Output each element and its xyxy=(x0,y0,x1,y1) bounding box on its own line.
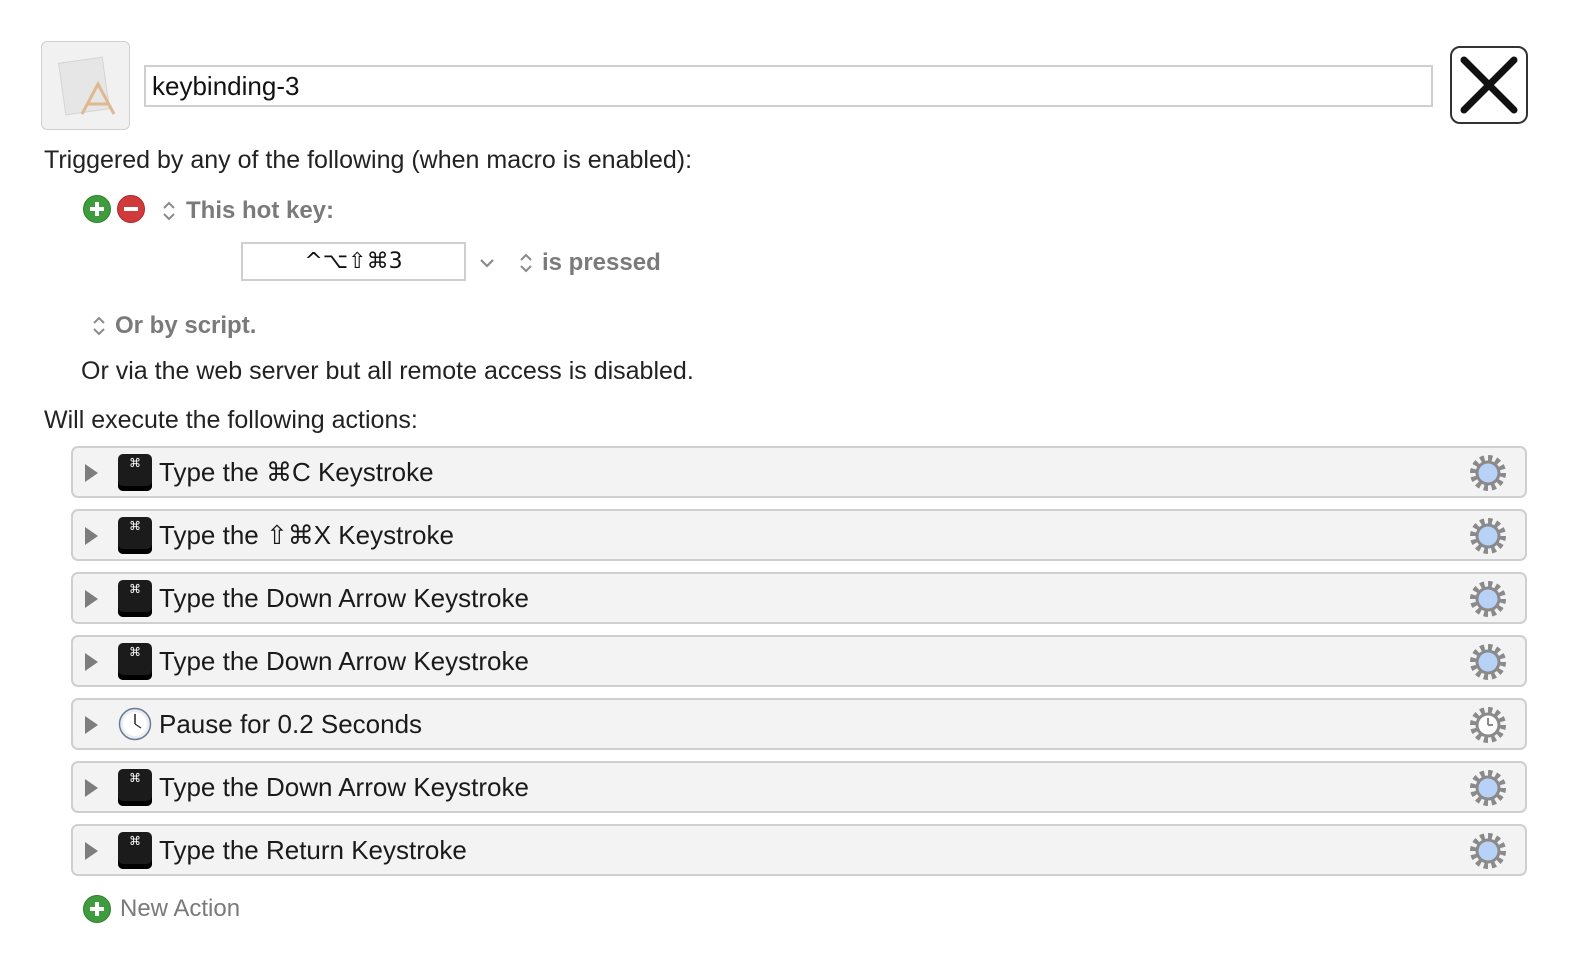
web-server-note: Or via the web server but all remote acc… xyxy=(81,357,694,385)
disclosure-triangle-icon[interactable] xyxy=(85,464,98,482)
stepper-arrows-icon xyxy=(93,316,105,336)
action-row[interactable]: Pause for 0.2 Seconds xyxy=(71,698,1527,750)
minus-icon xyxy=(124,207,138,211)
action-row[interactable]: ⌘ Type the Down Arrow Keystroke xyxy=(71,761,1527,813)
gear-icon[interactable] xyxy=(1469,454,1507,492)
disclosure-triangle-icon[interactable] xyxy=(85,590,98,608)
hotkey-field[interactable]: ^⌥⇧⌘3 xyxy=(241,242,466,281)
gear-icon[interactable] xyxy=(1469,769,1507,807)
new-action-label: New Action xyxy=(120,895,241,922)
action-label: Type the Down Arrow Keystroke xyxy=(159,646,529,676)
stepper-arrows-icon xyxy=(163,201,175,221)
clock-icon xyxy=(118,707,152,741)
keystroke-icon: ⌘ xyxy=(118,580,152,617)
plus-icon xyxy=(83,895,111,923)
triggers-heading: Triggered by any of the following (when … xyxy=(44,146,693,174)
disclosure-triangle-icon[interactable] xyxy=(85,653,98,671)
stepper-arrows-icon xyxy=(520,253,532,273)
action-label: Type the ⌘C Keystroke xyxy=(159,457,434,487)
action-row[interactable]: ⌘ Type the Down Arrow Keystroke xyxy=(71,572,1527,624)
chevron-down-icon[interactable] xyxy=(478,254,496,272)
press-mode-label: is pressed xyxy=(542,249,661,276)
gear-icon[interactable] xyxy=(1469,643,1507,681)
action-label: Type the Return Keystroke xyxy=(159,835,467,865)
plus-icon xyxy=(90,202,104,216)
trigger-type-label: This hot key: xyxy=(186,197,335,224)
disclosure-triangle-icon[interactable] xyxy=(85,779,98,797)
gear-icon[interactable] xyxy=(1469,832,1507,870)
action-row[interactable]: ⌘ Type the ⇧⌘X Keystroke xyxy=(71,509,1527,561)
keystroke-icon: ⌘ xyxy=(118,454,152,491)
action-label: Type the Down Arrow Keystroke xyxy=(159,583,529,613)
app-icon xyxy=(58,56,116,116)
remove-trigger-button[interactable] xyxy=(117,195,145,223)
keystroke-icon: ⌘ xyxy=(118,769,152,806)
action-label: Type the Down Arrow Keystroke xyxy=(159,772,529,802)
add-trigger-button[interactable] xyxy=(83,195,111,223)
script-trigger-label: Or by script. xyxy=(115,312,257,339)
close-button[interactable] xyxy=(1450,46,1528,124)
action-label: Type the ⇧⌘X Keystroke xyxy=(159,520,454,550)
keystroke-icon: ⌘ xyxy=(118,517,152,554)
disclosure-triangle-icon[interactable] xyxy=(85,527,98,545)
macro-icon-well[interactable] xyxy=(41,41,130,130)
disclosure-triangle-icon[interactable] xyxy=(85,716,98,734)
gear-icon[interactable] xyxy=(1469,517,1507,555)
keystroke-icon: ⌘ xyxy=(118,643,152,680)
action-label: Pause for 0.2 Seconds xyxy=(159,709,423,739)
gear-icon[interactable] xyxy=(1469,580,1507,618)
actions-heading: Will execute the following actions: xyxy=(44,406,418,434)
action-row[interactable]: ⌘ Type the Down Arrow Keystroke xyxy=(71,635,1527,687)
gear-icon[interactable] xyxy=(1469,706,1507,744)
macro-name-field[interactable]: keybinding-3 xyxy=(144,65,1433,107)
disclosure-triangle-icon[interactable] xyxy=(85,842,98,860)
keystroke-icon: ⌘ xyxy=(118,832,152,869)
action-row[interactable]: ⌘ Type the Return Keystroke xyxy=(71,824,1527,876)
close-icon xyxy=(1460,56,1518,114)
action-row[interactable]: ⌘ Type the ⌘C Keystroke xyxy=(71,446,1527,498)
